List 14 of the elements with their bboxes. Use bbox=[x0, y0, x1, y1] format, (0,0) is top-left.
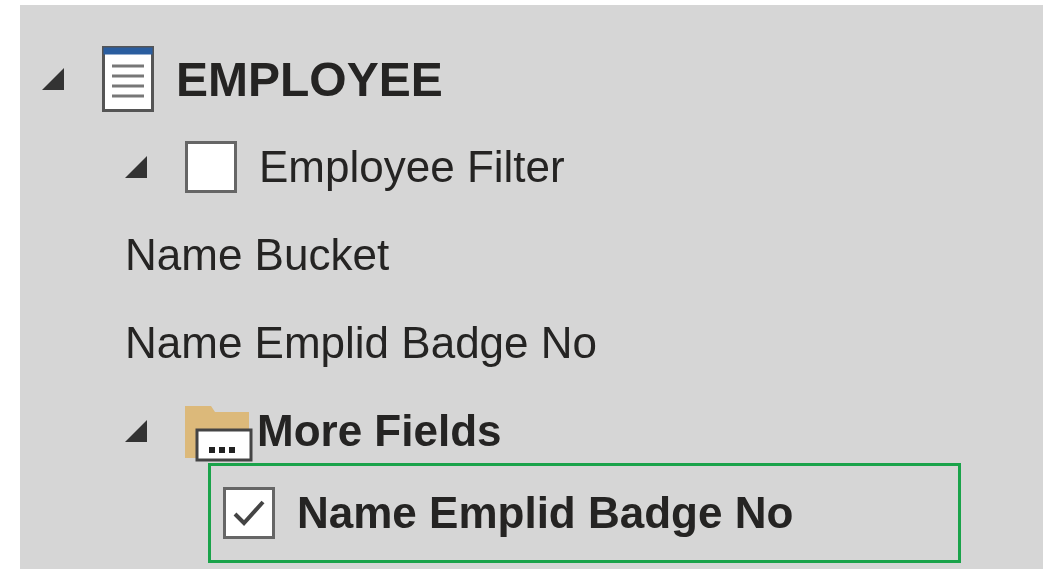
field-label[interactable]: Name Emplid Badge No bbox=[297, 488, 794, 538]
field-label[interactable]: More Fields bbox=[257, 406, 502, 456]
expanded-arrow-icon[interactable] bbox=[42, 68, 64, 90]
expanded-arrow-icon[interactable] bbox=[125, 420, 147, 442]
checkmark-icon bbox=[232, 498, 266, 528]
field-label[interactable]: Employee Filter bbox=[259, 142, 565, 192]
field-label[interactable]: EMPLOYEE bbox=[176, 51, 443, 107]
field-label[interactable]: Name Emplid Badge No bbox=[125, 318, 597, 368]
table-icon bbox=[102, 46, 154, 112]
field-label[interactable]: Name Bucket bbox=[125, 230, 390, 280]
selected-field-highlight[interactable]: Name Emplid Badge No bbox=[208, 463, 961, 563]
expanded-arrow-icon[interactable] bbox=[125, 156, 147, 178]
checkbox[interactable] bbox=[223, 487, 275, 539]
checkbox[interactable] bbox=[185, 141, 237, 193]
